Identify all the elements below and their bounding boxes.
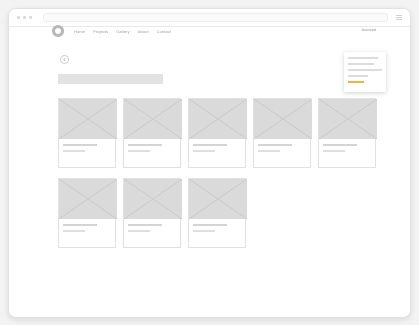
- window-dot[interactable]: [17, 16, 20, 19]
- image-placeholder-icon: [319, 99, 377, 139]
- window-dot[interactable]: [29, 16, 32, 19]
- image-placeholder-icon: [189, 179, 247, 219]
- menu-item-gallery[interactable]: Gallery: [116, 29, 129, 34]
- account-dropdown: [344, 52, 386, 92]
- chevron-left-icon: [63, 57, 66, 62]
- dropdown-item[interactable]: [348, 75, 368, 77]
- menu-item-projects[interactable]: Projects: [93, 29, 108, 34]
- menu-item-about[interactable]: About: [138, 29, 149, 34]
- dropdown-item[interactable]: [348, 69, 382, 71]
- image-placeholder-icon: [189, 99, 247, 139]
- hamburger-icon[interactable]: [396, 15, 402, 20]
- card-meta: [59, 219, 115, 232]
- card-meta: [124, 219, 180, 232]
- card-meta: [319, 139, 375, 152]
- image-placeholder-icon: [124, 99, 182, 139]
- gallery-card[interactable]: [188, 178, 247, 248]
- image-placeholder-icon: [59, 99, 117, 139]
- image-placeholder-icon: [254, 99, 312, 139]
- card-meta: [189, 139, 245, 152]
- window-controls: [17, 16, 32, 19]
- image-placeholder-icon: [124, 179, 182, 219]
- gallery-card[interactable]: [123, 98, 182, 168]
- dropdown-item[interactable]: [348, 57, 378, 59]
- card-meta: [254, 139, 310, 152]
- card-meta: [189, 219, 245, 232]
- dropdown-item[interactable]: [348, 63, 374, 65]
- window-dot[interactable]: [23, 16, 26, 19]
- gallery-card[interactable]: [253, 98, 312, 168]
- dropdown-accent-item[interactable]: [348, 81, 364, 83]
- card-grid: [58, 98, 378, 248]
- menu-item-contact[interactable]: Contact: [157, 29, 172, 34]
- card-meta: [59, 139, 115, 152]
- site-header: Home Projects Gallery About Contact Acco…: [52, 24, 392, 38]
- back-button[interactable]: [60, 55, 69, 64]
- gallery-card[interactable]: [318, 98, 377, 168]
- address-bar[interactable]: [43, 13, 388, 22]
- menu-item-home[interactable]: Home: [74, 29, 85, 34]
- circle-logo-icon[interactable]: [52, 25, 64, 37]
- gallery-card[interactable]: [188, 98, 247, 168]
- main-menu: Home Projects Gallery About Contact: [74, 29, 171, 34]
- page-title-placeholder: [58, 74, 163, 84]
- account-menu-link[interactable]: Account: [362, 27, 376, 32]
- image-placeholder-icon: [59, 179, 117, 219]
- card-meta: [124, 139, 180, 152]
- gallery-card[interactable]: [58, 178, 117, 248]
- gallery-card[interactable]: [58, 98, 117, 168]
- gallery-card[interactable]: [123, 178, 182, 248]
